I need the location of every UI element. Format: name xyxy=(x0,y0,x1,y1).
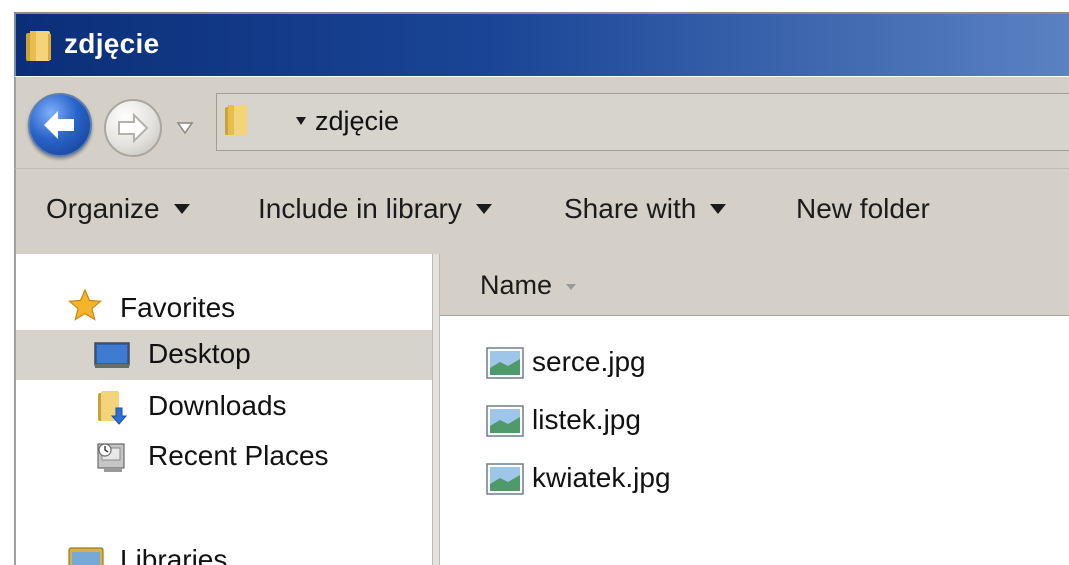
file-name: serce.jpg xyxy=(532,346,646,377)
include-in-library-label: Include in library xyxy=(258,193,462,224)
explorer-window: zdjęcie zdjęcie Organize Include in libr… xyxy=(0,0,1069,565)
sidebar-item-label: Downloads xyxy=(148,390,287,421)
column-header-name[interactable]: Name xyxy=(440,254,1069,316)
include-in-library-button[interactable]: Include in library xyxy=(258,193,492,225)
navigation-bar: zdjęcie xyxy=(14,76,1069,168)
window-title: zdjęcie xyxy=(64,28,160,59)
breadcrumb-current-folder[interactable]: zdjęcie xyxy=(315,106,399,137)
share-with-button[interactable]: Share with xyxy=(564,193,727,225)
libraries-label: Libraries xyxy=(120,544,228,565)
address-bar[interactable]: zdjęcie xyxy=(216,93,1069,151)
file-item-kwiatek[interactable]: kwiatek.jpg xyxy=(486,454,1046,504)
organize-button[interactable]: Organize xyxy=(46,193,190,225)
title-bar[interactable]: zdjęcie xyxy=(14,14,1069,76)
sidebar-item-label: Desktop xyxy=(148,338,251,369)
image-file-icon xyxy=(486,404,524,438)
file-item-serce[interactable]: serce.jpg xyxy=(486,338,1046,388)
sort-chevron-down-icon xyxy=(566,284,576,290)
arrow-right-icon xyxy=(118,112,149,144)
breadcrumb-chevron-down-icon[interactable] xyxy=(295,116,307,126)
command-bar: Organize Include in library Share with N… xyxy=(14,168,1069,254)
file-name: listek.jpg xyxy=(532,404,641,435)
back-button[interactable] xyxy=(28,93,92,157)
libraries-icon xyxy=(68,542,104,565)
include-in-library-dropdown-arrow-icon xyxy=(475,203,492,214)
sidebar-item-label: Recent Places xyxy=(148,440,329,471)
sidebar-item-libraries[interactable]: Libraries xyxy=(16,534,434,565)
recent-places-icon xyxy=(96,440,130,474)
new-folder-label: New folder xyxy=(796,193,930,224)
file-item-listek[interactable]: listek.jpg xyxy=(486,396,1046,446)
desktop-icon xyxy=(94,338,130,372)
downloads-folder-icon xyxy=(96,390,130,425)
image-file-icon xyxy=(486,462,524,496)
address-folder-icon xyxy=(223,104,251,138)
pane-splitter[interactable] xyxy=(432,254,440,565)
new-folder-button[interactable]: New folder xyxy=(796,193,930,225)
share-with-dropdown-arrow-icon xyxy=(710,203,727,214)
sidebar-item-downloads[interactable]: Downloads xyxy=(16,382,434,432)
file-name: kwiatek.jpg xyxy=(532,462,671,493)
organize-dropdown-arrow-icon xyxy=(173,203,190,214)
sidebar-item-desktop[interactable]: Desktop xyxy=(16,330,434,380)
share-with-label: Share with xyxy=(564,193,697,224)
sidebar-item-favorites[interactable]: Favorites xyxy=(16,280,434,330)
file-list-pane: Name serce.jpg listek.jpg kwiatek.jpg xyxy=(440,254,1069,565)
folder-icon xyxy=(24,30,54,64)
star-icon xyxy=(68,288,102,322)
recent-pages-chevron-down-icon[interactable] xyxy=(176,121,194,135)
sidebar-item-recent-places[interactable]: Recent Places xyxy=(16,432,434,482)
image-file-icon xyxy=(486,346,524,380)
navigation-pane: Favorites Desktop Downloads Recent Place… xyxy=(14,254,434,565)
organize-label: Organize xyxy=(46,193,160,224)
arrow-left-icon xyxy=(44,111,74,139)
forward-button[interactable] xyxy=(104,99,162,157)
favorites-label: Favorites xyxy=(120,292,236,323)
column-name-label: Name xyxy=(480,270,553,300)
